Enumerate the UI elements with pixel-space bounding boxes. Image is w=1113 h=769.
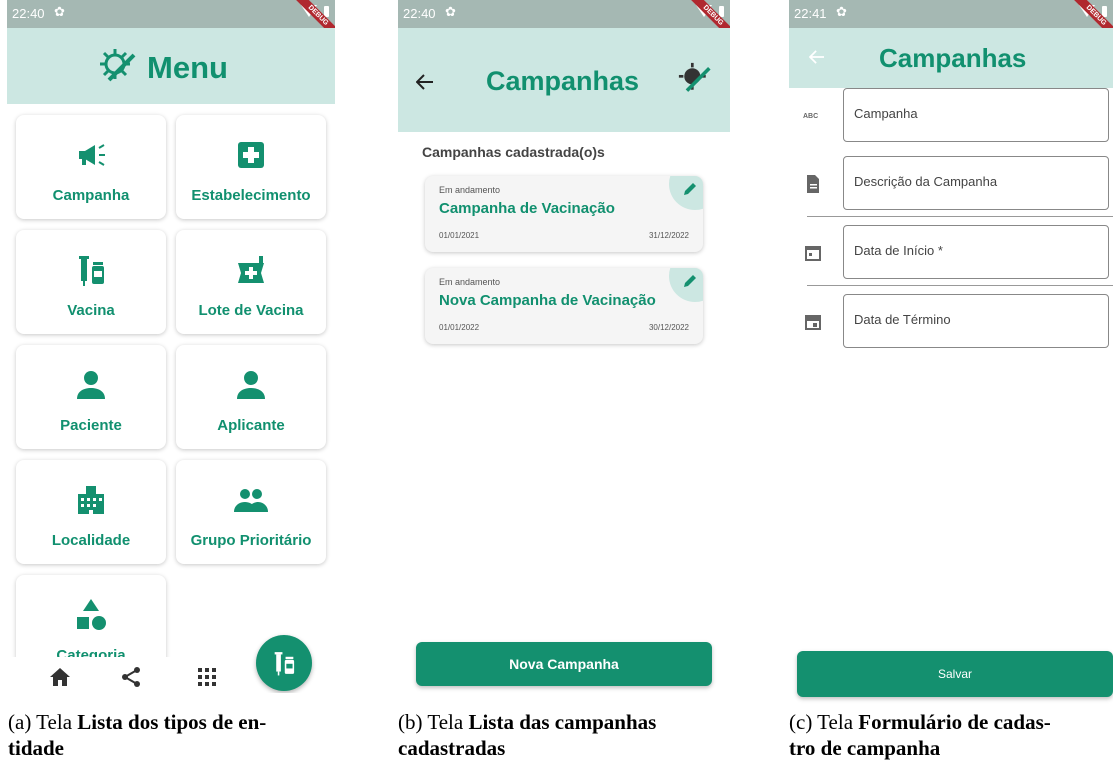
status-bar: 22:40 ✿ bbox=[7, 0, 335, 28]
start-date-field[interactable]: Data de Início * bbox=[843, 225, 1109, 279]
tile-label: Grupo Prioritário bbox=[190, 532, 312, 549]
divider bbox=[807, 216, 1113, 217]
tile-label: Localidade bbox=[51, 532, 131, 549]
app-bar: Menu bbox=[7, 28, 335, 104]
page-title: Menu bbox=[147, 50, 228, 85]
field-label: Campanha bbox=[854, 106, 918, 121]
campaign-name: Campanha de Vacinação bbox=[439, 200, 615, 217]
end-date-field[interactable]: Data de Término bbox=[843, 294, 1109, 348]
caption-c: (c) Tela Formulário de cadas- tro de cam… bbox=[789, 709, 1051, 761]
home-icon[interactable] bbox=[49, 667, 71, 687]
caption-bold: Formulário de cadas- bbox=[858, 710, 1051, 734]
divider bbox=[807, 285, 1113, 286]
caption-line2: tro de campanha bbox=[789, 736, 941, 760]
calendar-icon bbox=[805, 315, 821, 330]
tile-aplicante[interactable]: Aplicante bbox=[176, 345, 326, 449]
field-label: Data de Início * bbox=[854, 243, 943, 258]
tile-grupo-prioritario[interactable]: Grupo Prioritário bbox=[176, 460, 326, 564]
status-bar: 22:40 ✿ bbox=[398, 0, 730, 28]
status-time: 22:41 bbox=[794, 6, 827, 21]
medical-plus-icon bbox=[233, 137, 269, 173]
tile-label: Paciente bbox=[60, 417, 122, 434]
tile-campanha[interactable]: Campanha bbox=[16, 115, 166, 219]
campaign-name: Nova Campanha de Vacinação bbox=[439, 292, 656, 309]
document-icon bbox=[807, 175, 819, 193]
campaign-end-date: 31/12/2022 bbox=[648, 231, 689, 240]
caption-bold: Lista dos tipos de en- bbox=[77, 710, 267, 734]
status-bar: 22:41 ✿ bbox=[789, 0, 1113, 28]
back-arrow-icon[interactable] bbox=[809, 50, 825, 64]
caption-bold: Lista das campanhas bbox=[468, 710, 657, 734]
screen-campanha-form: 22:41 ✿ DEBUG Campanhas ABC Campanha Des… bbox=[789, 0, 1113, 705]
tile-vacina[interactable]: Vacina bbox=[16, 230, 166, 334]
calendar-today-icon bbox=[805, 246, 821, 261]
page-title: Campanhas bbox=[879, 43, 1027, 73]
virus-syringe-icon bbox=[678, 62, 711, 92]
campaign-end-date: 30/12/2022 bbox=[648, 323, 689, 332]
tile-label: Estabelecimento bbox=[191, 187, 311, 204]
app-bar: Campanhas bbox=[398, 28, 730, 132]
person-icon bbox=[73, 367, 109, 403]
campaign-card[interactable]: Em andamento Nova Campanha de Vacinação … bbox=[425, 268, 703, 344]
medical-bag-icon bbox=[233, 252, 269, 288]
campaign-status: Em andamento bbox=[439, 277, 501, 287]
back-arrow-icon[interactable] bbox=[416, 74, 434, 90]
caption-line2: tidade bbox=[8, 736, 65, 760]
vaccine-vials-icon bbox=[73, 252, 109, 288]
shapes-icon bbox=[73, 597, 109, 633]
page-title: Campanhas bbox=[486, 66, 640, 96]
field-label: Data de Término bbox=[854, 312, 951, 327]
tile-label: Lote de Vacina bbox=[198, 302, 304, 319]
app-bar: Campanhas bbox=[789, 28, 1113, 88]
tile-lote-de-vacina[interactable]: Lote de Vacina bbox=[176, 230, 326, 334]
screen-campanhas-list: 22:40 ✿ DEBUG Campanhas Campanhas cadast… bbox=[398, 0, 730, 693]
edit-icon[interactable] bbox=[683, 182, 697, 196]
virus-syringe-icon bbox=[100, 49, 136, 82]
field-label: Descrição da Campanha bbox=[854, 174, 998, 189]
vaccine-vials-icon bbox=[274, 652, 295, 676]
megaphone-icon bbox=[73, 137, 109, 173]
caption-a: (a) Tela Lista dos tipos de en- tidade bbox=[8, 709, 266, 761]
tile-estabelecimento[interactable]: Estabelecimento bbox=[176, 115, 326, 219]
buildings-icon bbox=[73, 482, 109, 518]
tile-paciente[interactable]: Paciente bbox=[16, 345, 166, 449]
section-title: Campanhas cadastrada(o)s bbox=[422, 144, 605, 160]
new-campaign-button[interactable]: Nova Campanha bbox=[416, 642, 712, 686]
campaign-card[interactable]: Em andamento Campanha de Vacinação 01/01… bbox=[425, 176, 703, 252]
share-icon[interactable] bbox=[120, 666, 142, 688]
campaign-start-date: 01/01/2021 bbox=[439, 231, 480, 240]
caption-prefix: (b) Tela bbox=[398, 710, 469, 734]
campaign-start-date: 01/01/2022 bbox=[439, 323, 480, 332]
settings-status-icon: ✿ bbox=[54, 4, 65, 19]
status-time: 22:40 bbox=[12, 6, 45, 21]
abc-text-icon: ABC bbox=[803, 113, 819, 120]
settings-status-icon: ✿ bbox=[836, 4, 847, 19]
campaign-status: Em andamento bbox=[439, 185, 501, 195]
fab-vaccine[interactable] bbox=[256, 635, 312, 691]
tile-label: Vacina bbox=[67, 302, 115, 319]
caption-b: (b) Tela Lista das campanhas cadastradas bbox=[398, 709, 656, 761]
caption-line2: cadastradas bbox=[398, 736, 506, 760]
save-button[interactable]: Salvar bbox=[797, 651, 1113, 697]
status-time: 22:40 bbox=[403, 6, 436, 21]
campaign-description-field[interactable]: Descrição da Campanha bbox=[843, 156, 1109, 210]
caption-prefix: (c) Tela bbox=[789, 710, 859, 734]
screen-menu: 22:40 ✿ DEBUG Menu Campanha Estabelecime… bbox=[7, 0, 335, 693]
campaign-name-field[interactable]: Campanha bbox=[843, 88, 1109, 142]
tile-label: Campanha bbox=[52, 187, 130, 204]
group-icon bbox=[233, 482, 269, 518]
tile-localidade[interactable]: Localidade bbox=[16, 460, 166, 564]
settings-status-icon: ✿ bbox=[445, 4, 456, 19]
tile-label: Aplicante bbox=[217, 417, 285, 434]
caption-prefix: (a) Tela bbox=[8, 710, 78, 734]
edit-icon[interactable] bbox=[683, 274, 697, 288]
grid-icon[interactable] bbox=[198, 668, 216, 686]
person-icon bbox=[233, 367, 269, 403]
